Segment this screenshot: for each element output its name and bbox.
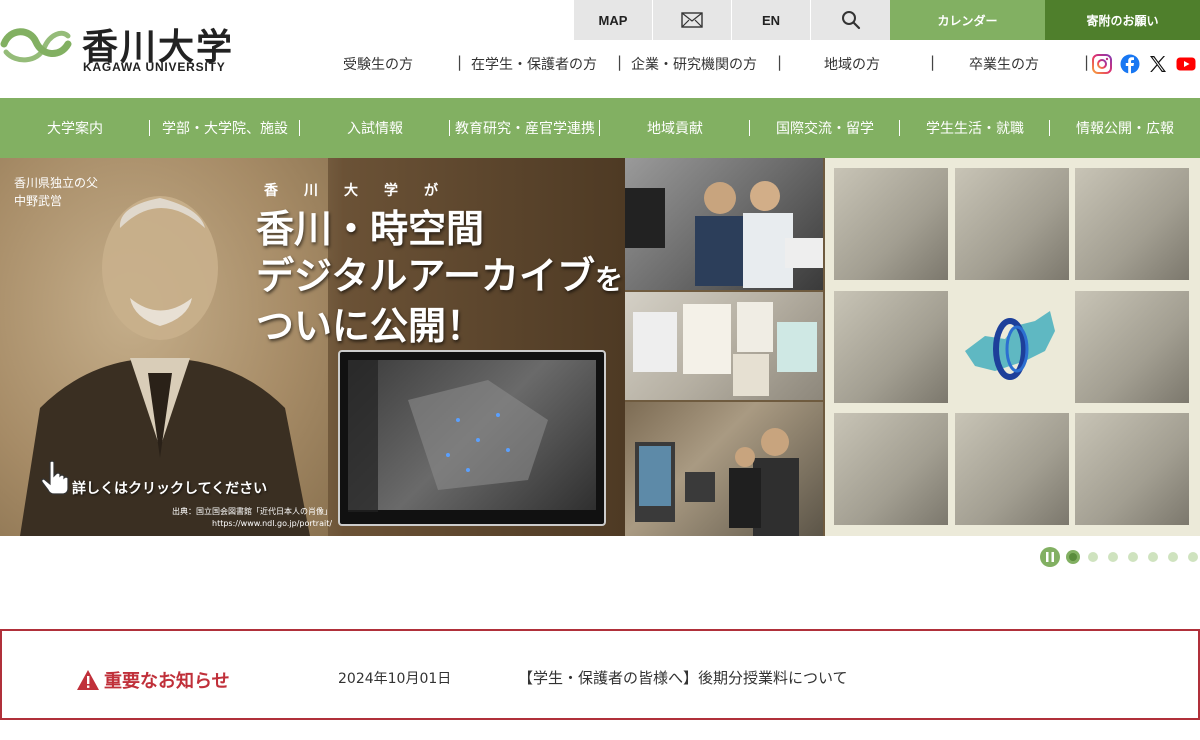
nav-public-info[interactable]: 情報公開・広報 <box>1050 98 1200 158</box>
english-button[interactable]: EN <box>732 0 811 40</box>
audience-alumni[interactable]: 卒業生の方 <box>969 50 1039 78</box>
hero-slide[interactable]: 香川県独立の父 中野武営 香川大学が 香川・時空間 デジタルアーカイブを ついに… <box>0 158 1200 536</box>
search-icon <box>841 11 860 30</box>
carousel-dot[interactable] <box>1148 552 1158 562</box>
pause-button[interactable] <box>1040 547 1060 567</box>
hero-headline-particle: を <box>594 263 623 296</box>
carousel-dot[interactable] <box>1088 552 1098 562</box>
notice-link[interactable]: 【学生・保護者の皆様へ】後期分授業料について <box>518 667 848 688</box>
image-credit: 出典：国立国会図書館「近代日本人の肖像」 <box>172 507 332 516</box>
hero-headline-line: デジタルアーカイブを <box>256 253 623 303</box>
youtube-icon[interactable] <box>1176 54 1196 74</box>
archive-tile-lighthouse <box>955 168 1069 280</box>
hero-headline-line: 香川・時空間 <box>256 207 485 251</box>
global-nav: 大学案内 学部・大学院、施設 入試情報 教育研究・産官学連携 地域貢献 国際交流… <box>0 98 1200 158</box>
map-button[interactable]: MAP <box>574 0 653 40</box>
nav-faculties[interactable]: 学部・大学院、施設 <box>150 98 300 158</box>
nav-research[interactable]: 教育研究・産官学連携 <box>450 98 600 158</box>
carousel-dot[interactable] <box>1188 552 1198 562</box>
archive-tile-street <box>955 413 1069 525</box>
mail-icon <box>681 12 703 28</box>
audience-divider: | <box>1084 53 1090 71</box>
archive-tile-castle <box>834 413 948 525</box>
site-logo[interactable]: 香川大学 KAGAWA UNIVERSITY <box>0 16 240 76</box>
audience-prospective[interactable]: 受験生の方 <box>343 50 413 78</box>
archive-tile-garden <box>834 291 948 403</box>
calendar-button[interactable]: カレンダー <box>890 0 1045 40</box>
pointer-hand-icon <box>41 460 69 495</box>
archive-tile-map <box>834 168 948 280</box>
portrait-caption-line: 香川県独立の父 <box>14 176 99 190</box>
photo-exhibition <box>625 402 823 536</box>
search-button[interactable] <box>811 0 890 40</box>
audience-divider: | <box>617 53 623 71</box>
x-icon[interactable] <box>1148 54 1168 74</box>
logo-name-en: KAGAWA UNIVERSITY <box>83 60 226 74</box>
audience-divider: | <box>777 53 783 71</box>
audience-divider: | <box>930 53 936 71</box>
monitor-image <box>338 350 606 526</box>
archive-tile-building <box>1075 291 1189 403</box>
nav-community[interactable]: 地域貢献 <box>600 98 750 158</box>
photo-publications <box>625 292 823 400</box>
kagawa-mark-icon <box>0 28 72 63</box>
warning-icon <box>77 670 99 690</box>
notice-label-text: 重要なお知らせ <box>104 671 230 692</box>
carousel-dot-active[interactable] <box>1066 550 1080 564</box>
archive-tile-ship <box>1075 413 1189 525</box>
hero-cta[interactable]: 詳しくはクリックしてください <box>72 478 267 498</box>
notice-label: 重要なお知らせ <box>76 667 230 693</box>
nav-about[interactable]: 大学案内 <box>0 98 150 158</box>
important-notice: 重要なお知らせ 2024年10月01日 【学生・保護者の皆様へ】後期分授業料につ… <box>0 629 1200 720</box>
hero-headline: 香川・時空間 デジタルアーカイブを ついに公開！ <box>256 206 623 350</box>
portrait-caption-line: 中野武営 <box>14 194 63 208</box>
archive-center-logo <box>955 291 1069 403</box>
instagram-icon[interactable] <box>1092 54 1112 74</box>
audience-divider: | <box>457 53 463 71</box>
facebook-icon[interactable] <box>1120 54 1140 74</box>
archive-tile-town <box>1075 168 1189 280</box>
carousel-dot[interactable] <box>1108 552 1118 562</box>
carousel-dot[interactable] <box>1128 552 1138 562</box>
audience-students[interactable]: 在学生・保護者の方 <box>471 50 597 78</box>
audience-community[interactable]: 地域の方 <box>824 50 880 78</box>
site-header: 香川大学 KAGAWA UNIVERSITY MAP EN カレンダー 寄附のお… <box>0 0 1200 98</box>
archive-photo-grid <box>825 158 1200 536</box>
mail-button[interactable] <box>653 0 732 40</box>
nav-international[interactable]: 国際交流・留学 <box>750 98 900 158</box>
carousel-dot[interactable] <box>1168 552 1178 562</box>
audience-companies[interactable]: 企業・研究機関の方 <box>631 50 757 78</box>
hero-headline-line: ついに公開！ <box>256 304 485 348</box>
hero-headline-text: デジタルアーカイブ <box>256 254 595 298</box>
notice-date: 2024年10月01日 <box>338 671 452 687</box>
nav-admissions[interactable]: 入試情報 <box>300 98 450 158</box>
portrait-caption: 香川県独立の父 中野武営 <box>14 174 98 210</box>
nav-student-life[interactable]: 学生生活・就職 <box>900 98 1050 158</box>
image-credit-url: https://www.ndl.go.jp/portrait/ <box>212 519 333 528</box>
map-screen <box>348 360 596 512</box>
hero-eyebrow: 香川大学が <box>264 183 464 199</box>
donation-button[interactable]: 寄附のお願い <box>1045 0 1200 40</box>
photo-filming <box>625 158 823 290</box>
carousel-controls <box>1040 547 1198 567</box>
